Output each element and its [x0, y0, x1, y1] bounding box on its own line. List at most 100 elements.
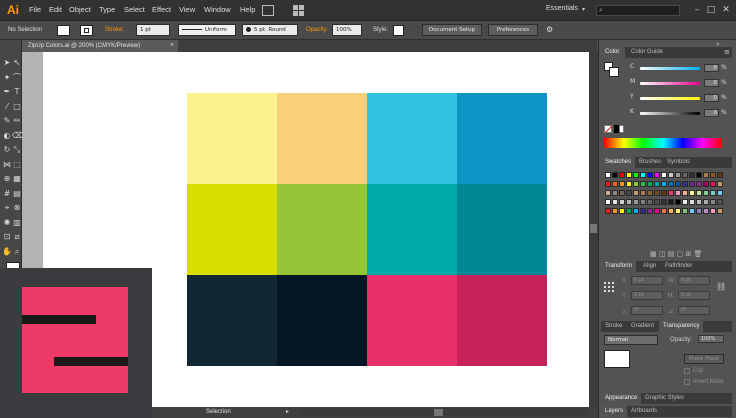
horizontal-scrollbar[interactable] [300, 408, 588, 417]
swatch[interactable] [605, 199, 611, 205]
swatch[interactable] [633, 172, 639, 178]
fill-color-swatch[interactable] [57, 25, 70, 36]
type-tool-icon[interactable]: T [12, 87, 22, 97]
swatch[interactable] [696, 199, 702, 205]
stroke-indicator[interactable] [609, 67, 619, 77]
collapse-panels-icon[interactable]: » [716, 41, 720, 48]
swatch[interactable] [640, 181, 646, 187]
swatch[interactable] [675, 190, 681, 196]
perspective-grid-tool-icon[interactable]: ▦ [12, 174, 22, 184]
swatch[interactable] [647, 208, 653, 214]
w-field[interactable]: 0 pt [678, 276, 710, 285]
swatch[interactable] [612, 181, 618, 187]
graphic-style-swatch[interactable] [393, 25, 404, 36]
swatch[interactable] [689, 190, 695, 196]
close-document-icon[interactable]: × [170, 40, 174, 52]
swatch[interactable] [654, 190, 660, 196]
tab-symbols[interactable]: Symbols [663, 157, 694, 168]
swatch[interactable] [640, 190, 646, 196]
symbol-sprayer-tool-icon[interactable]: ✺ [2, 218, 12, 228]
swatch[interactable] [710, 172, 716, 178]
tab-graphic-styles[interactable]: Graphic Styles [641, 393, 688, 404]
reference-point-icon[interactable] [604, 282, 614, 292]
swatch[interactable] [668, 181, 674, 187]
control-panel-menu-icon[interactable]: ⚙ [546, 25, 553, 34]
menu-select[interactable]: Select [124, 5, 145, 14]
paintbrush-tool-icon[interactable]: ✎ [2, 116, 12, 126]
swatch[interactable] [661, 181, 667, 187]
blob-brush-tool-icon[interactable]: ◐ [2, 131, 12, 141]
swatch[interactable] [661, 190, 667, 196]
swatch[interactable] [626, 199, 632, 205]
swatch[interactable] [633, 208, 639, 214]
swatch[interactable] [605, 181, 611, 187]
swatch[interactable] [717, 172, 723, 178]
color-spectrum[interactable] [604, 138, 722, 148]
vertical-scroll-thumb[interactable] [590, 224, 597, 233]
color-cell-r1-c3[interactable] [367, 93, 457, 184]
tab-artboards[interactable]: Artboards [627, 406, 661, 417]
slice-tool-icon[interactable]: ⧄ [12, 232, 22, 242]
eraser-tool-icon[interactable]: ⌫ [12, 131, 23, 141]
swatch[interactable] [710, 208, 716, 214]
swatch[interactable] [612, 190, 618, 196]
mesh-tool-icon[interactable]: # [2, 189, 12, 199]
maximize-button[interactable]: □ [704, 4, 718, 16]
y-field[interactable]: 0 pt [631, 291, 663, 300]
swatch[interactable] [661, 199, 667, 205]
swatch[interactable] [619, 208, 625, 214]
swatch[interactable] [717, 208, 723, 214]
swatch[interactable] [710, 190, 716, 196]
menu-window[interactable]: Window [204, 5, 231, 14]
color-cell-r1-c1[interactable] [187, 93, 277, 184]
column-graph-tool-icon[interactable]: ▥ [12, 218, 22, 228]
direct-selection-tool-icon[interactable]: ↖ [12, 58, 22, 68]
stroke-label[interactable]: Stroke: [105, 27, 124, 33]
swatch[interactable] [682, 208, 688, 214]
tab-transparency[interactable]: Transparency [659, 321, 704, 332]
swatch[interactable] [619, 172, 625, 178]
color-cell-r3-c1[interactable] [187, 275, 277, 366]
swatch[interactable] [668, 172, 674, 178]
swatch[interactable] [661, 172, 667, 178]
opacity-label[interactable]: Opacity: [306, 27, 328, 33]
swatch[interactable] [689, 199, 695, 205]
slider-track-m[interactable] [640, 82, 700, 85]
free-transform-tool-icon[interactable]: ⬚ [12, 160, 22, 170]
color-cell-r3-c3[interactable] [367, 275, 457, 366]
swatch[interactable] [696, 181, 702, 187]
swatch[interactable] [647, 172, 653, 178]
swatch[interactable] [633, 190, 639, 196]
swatch[interactable] [703, 172, 709, 178]
swatch[interactable] [703, 199, 709, 205]
horizontal-scroll-thumb[interactable] [434, 409, 443, 416]
tab-transform[interactable]: Transform [601, 261, 637, 272]
x-field[interactable]: 0 pt [631, 276, 663, 285]
tab-color[interactable]: Color [601, 47, 625, 58]
swatch[interactable] [682, 181, 688, 187]
swatch[interactable] [710, 181, 716, 187]
swatch[interactable] [647, 181, 653, 187]
workspace-switcher[interactable]: Essentials [546, 5, 578, 12]
swatch[interactable] [675, 172, 681, 178]
swatch[interactable] [605, 208, 611, 214]
slider-track-k[interactable] [640, 112, 700, 115]
swatch[interactable] [703, 190, 709, 196]
bridge-icon[interactable] [262, 5, 274, 16]
swatch[interactable] [668, 208, 674, 214]
pen-tool-icon[interactable]: ✒ [2, 87, 12, 97]
swatch[interactable] [633, 199, 639, 205]
menu-type[interactable]: Type [99, 5, 115, 14]
swatch[interactable] [626, 181, 632, 187]
swatch[interactable] [619, 181, 625, 187]
invert-mask-checkbox[interactable] [684, 379, 690, 385]
tab-gradient[interactable]: Gradient [627, 321, 658, 332]
pencil-tool-icon[interactable]: ✏ [12, 116, 22, 126]
hand-tool-icon[interactable]: ✋ [2, 247, 12, 257]
swatch[interactable] [696, 172, 702, 178]
tab-color-guide[interactable]: Color Guide [627, 47, 667, 58]
clip-checkbox[interactable] [684, 368, 690, 374]
slider-value-y[interactable]: 0 [704, 94, 719, 102]
swatch[interactable] [675, 208, 681, 214]
blend-mode-select[interactable]: Normal [604, 335, 658, 345]
